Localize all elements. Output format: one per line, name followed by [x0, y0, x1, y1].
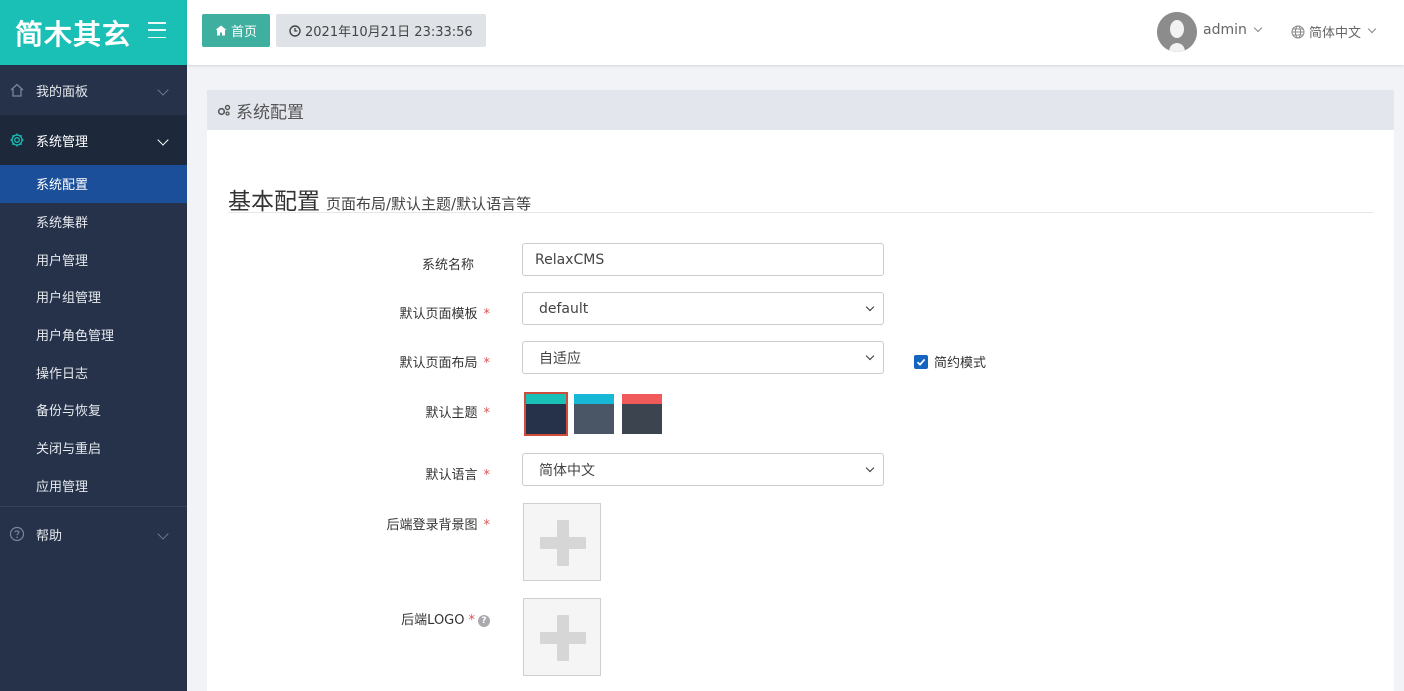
system-name-input[interactable]: RelaxCMS [522, 243, 884, 276]
sidebar: 简木其玄 我的面板 系统管理 系统配置 系统集群 用户管理 用户组管理 用户角色… [0, 0, 187, 691]
language-field-label: 默认语言 * [425, 468, 491, 483]
theme-label: 默认主题 * [425, 406, 491, 421]
sidebar-group-system[interactable]: 系统管理 [0, 115, 187, 165]
panel-title: 系统配置 [236, 102, 304, 123]
simple-mode-label: 简约模式 [934, 356, 987, 371]
home-button[interactable]: 首页 [202, 14, 271, 47]
sidebar-group-label: 我的面板 [36, 84, 89, 100]
language-label: 简体中文 [1309, 26, 1362, 41]
checkbox-checked-icon[interactable] [914, 354, 928, 369]
sidebar-item-app-management[interactable]: 应用管理 [0, 467, 187, 505]
home-icon [215, 25, 227, 36]
clock-icon [289, 24, 301, 37]
top-header: 首页 2021年10月21日 23:33:56 admin 简体中文 [187, 0, 1404, 65]
section-title: 基本配置 [228, 189, 320, 215]
chevron-down-icon [157, 528, 169, 540]
chevron-down-icon [1253, 23, 1263, 33]
menu-toggle-icon[interactable] [148, 22, 166, 38]
home-button-label: 首页 [231, 25, 258, 40]
template-label: 默认页面模板 * [399, 307, 491, 322]
user-menu[interactable]: admin [1203, 22, 1263, 38]
required-mark: * [483, 356, 491, 371]
language-select[interactable]: 简体中文 [522, 453, 884, 486]
cogs-icon [217, 104, 231, 116]
home-icon [8, 81, 26, 99]
datetime-display: 2021年10月21日 23:33:56 [276, 14, 486, 47]
language-switcher[interactable]: 简体中文 [1291, 22, 1377, 41]
sidebar-submenu: 系统配置 系统集群 用户管理 用户组管理 用户角色管理 操作日志 备份与恢复 关… [0, 165, 187, 505]
sidebar-item-users[interactable]: 用户管理 [0, 240, 187, 278]
sidebar-item-system-config[interactable]: 系统配置 [0, 165, 187, 203]
layout-select[interactable]: 自适应 [522, 341, 884, 374]
chevron-down-icon [865, 302, 875, 312]
sidebar-item-user-roles[interactable]: 用户角色管理 [0, 316, 187, 354]
config-panel: 系统配置 基本配置 页面布局/默认主题/默认语言等 系统名称 RelaxCMS … [207, 90, 1394, 691]
required-mark: * [483, 468, 491, 483]
sidebar-group-label: 系统管理 [36, 134, 89, 150]
panel-header: 系统配置 [207, 90, 1394, 130]
sidebar-item-shutdown-restart[interactable]: 关闭与重启 [0, 429, 187, 467]
required-mark: * [483, 406, 491, 421]
datetime-text: 2021年10月21日 23:33:56 [305, 25, 473, 40]
globe-icon [1291, 25, 1305, 38]
login-bg-label: 后端登录背景图 * [386, 518, 491, 533]
section-subtitle: 页面布局/默认主题/默认语言等 [326, 195, 532, 213]
sidebar-item-user-groups[interactable]: 用户组管理 [0, 278, 187, 316]
logo-label: 后端LOGO *? [207, 609, 490, 628]
section-divider [228, 212, 1374, 213]
sidebar-group-dashboard[interactable]: 我的面板 [0, 65, 187, 115]
chevron-down-icon [157, 134, 169, 146]
sidebar-item-system-cluster[interactable]: 系统集群 [0, 203, 187, 241]
layout-label: 默认页面布局 * [399, 356, 491, 371]
required-mark: * [483, 518, 491, 533]
user-name: admin [1203, 22, 1247, 38]
theme-swatch-cyan[interactable] [574, 394, 614, 434]
sidebar-divider [0, 506, 187, 508]
required-mark: * [468, 613, 476, 628]
avatar[interactable] [1157, 12, 1197, 52]
help-circle-icon [8, 525, 26, 543]
section-heading: 基本配置 页面布局/默认主题/默认语言等 [228, 182, 531, 216]
chevron-down-icon [865, 351, 875, 361]
brand-title: 简木其玄 [15, 17, 132, 51]
simple-mode-checkbox[interactable]: 简约模式 [914, 352, 986, 371]
chevron-down-icon [157, 84, 169, 96]
login-bg-upload[interactable] [523, 503, 601, 581]
help-icon[interactable]: ? [478, 614, 490, 627]
sidebar-group-label: 帮助 [36, 528, 63, 544]
theme-swatch-red[interactable] [622, 394, 662, 434]
sidebar-item-operation-log[interactable]: 操作日志 [0, 353, 187, 391]
chevron-down-icon [1367, 24, 1377, 33]
system-name-label: 系统名称 [421, 258, 474, 273]
sidebar-item-backup-restore[interactable]: 备份与恢复 [0, 391, 187, 429]
theme-swatch-teal[interactable] [524, 392, 568, 436]
sidebar-group-help[interactable]: 帮助 [0, 509, 187, 559]
template-select[interactable]: default [522, 292, 884, 325]
gear-icon [8, 131, 26, 149]
logo-upload[interactable] [523, 598, 601, 676]
required-mark: * [483, 307, 491, 322]
chevron-down-icon [865, 463, 875, 473]
